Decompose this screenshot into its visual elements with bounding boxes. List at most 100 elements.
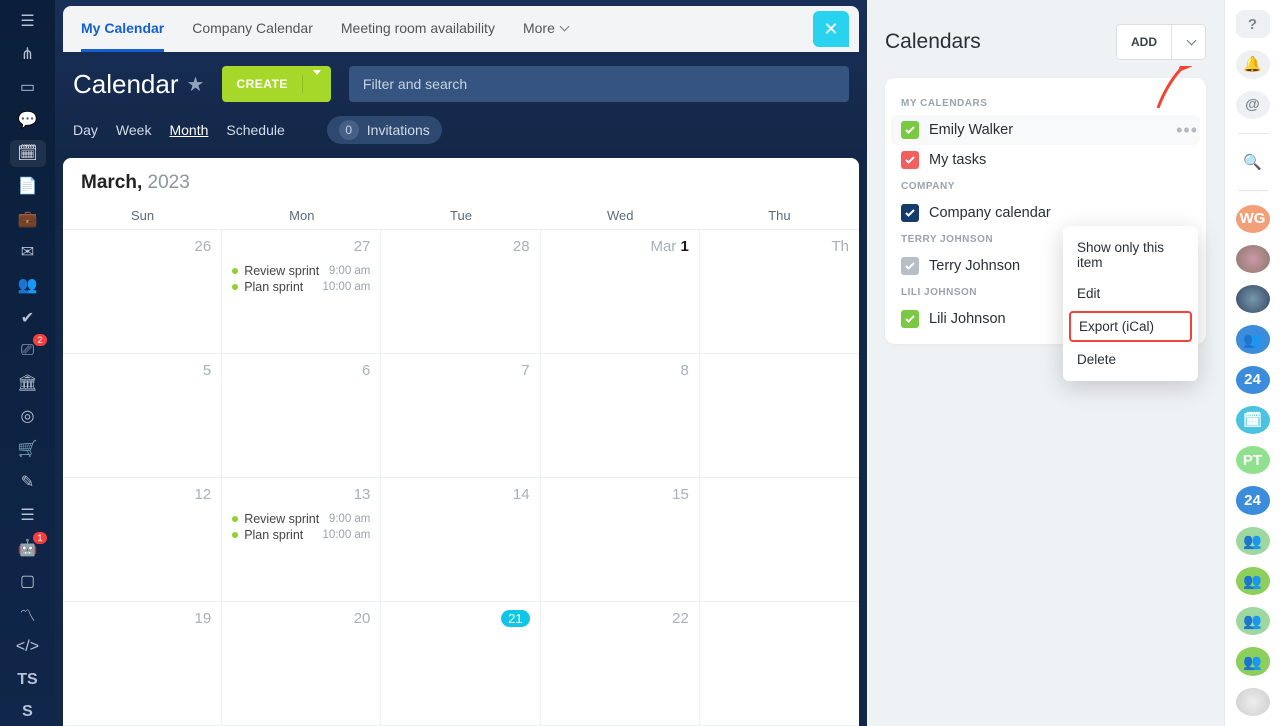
robot-icon[interactable]: 🤖1 [10, 535, 46, 562]
menu-export-ical[interactable]: Export (iCal) [1069, 311, 1192, 342]
view-schedule[interactable]: Schedule [226, 122, 284, 138]
view-week[interactable]: Week [116, 122, 152, 138]
mail-icon[interactable]: ✉ [10, 238, 46, 265]
create-button[interactable]: CREATE [222, 66, 330, 102]
tab-company-calendar[interactable]: Company Calendar [192, 6, 313, 52]
cal-item-emily[interactable]: Emily Walker ••• [891, 115, 1200, 145]
page-title: Calendar ★ [73, 69, 204, 100]
target-icon[interactable]: ◎ [10, 403, 46, 430]
calendar-cell[interactable]: 22 [541, 602, 700, 726]
checkbox-icon[interactable] [901, 257, 919, 275]
cal-item-company[interactable]: Company calendar [901, 198, 1190, 228]
chevron-down-icon [559, 22, 569, 32]
top-tabs: My Calendar Company Calendar Meeting roo… [63, 6, 859, 52]
calendar-cell[interactable]: 21 [381, 602, 540, 726]
checkbox-icon[interactable] [901, 204, 919, 222]
group-icon-1[interactable]: 👥 [1236, 325, 1270, 353]
view-day[interactable]: Day [73, 122, 98, 138]
group-icon-2[interactable]: 👥 [1236, 527, 1270, 555]
n24-icon-1[interactable]: 24 [1236, 366, 1270, 394]
star-icon[interactable]: ★ [187, 72, 205, 97]
menu-icon[interactable]: ☰ [10, 8, 46, 35]
avatar-3[interactable] [1236, 688, 1270, 716]
calendar-cell[interactable]: 13Review sprint9:00 amPlan sprint10:00 a… [222, 478, 381, 602]
s-item[interactable]: S [10, 699, 46, 726]
item-menu-button[interactable]: ••• [1176, 120, 1198, 141]
code-icon[interactable]: </> [10, 633, 46, 660]
calendar-cell[interactable]: 20 [222, 602, 381, 726]
avatar-1[interactable] [1236, 245, 1270, 273]
help-icon[interactable]: ? [1236, 10, 1270, 38]
chart-icon[interactable]: 〽 [10, 600, 46, 627]
calendars-card: MY CALENDARS Emily Walker ••• My tasks C… [885, 78, 1206, 344]
month-title: March, 2023 [63, 158, 859, 202]
sign-icon[interactable]: ✎ [10, 469, 46, 496]
people-icon[interactable]: 👥 [10, 271, 46, 298]
checkbox-icon[interactable] [901, 151, 919, 169]
calendar-cell[interactable]: Th [700, 230, 859, 354]
calendar-cell[interactable]: 8 [541, 354, 700, 478]
create-dropdown[interactable] [302, 75, 331, 93]
search-icon[interactable]: 🔍 [1236, 148, 1270, 176]
cart-icon[interactable]: 🛒 [10, 436, 46, 463]
calendar-icon[interactable]: 🗓 [10, 140, 46, 167]
tab-meeting-room[interactable]: Meeting room availability [341, 6, 495, 52]
calendar-cell[interactable]: 14 [381, 478, 540, 602]
group-icon-5[interactable]: 👥 [1236, 647, 1270, 675]
calendar-cell[interactable]: 28 [381, 230, 540, 354]
chat-icon[interactable]: 💬 [10, 107, 46, 134]
close-panel-button[interactable]: ✕ [813, 11, 849, 47]
right-rail: ? 🔔 @ 🔍 WG 👥 24 🗓 PT 24 👥 👥 👥 👥 [1224, 0, 1280, 726]
menu-show-only[interactable]: Show only this item [1063, 232, 1198, 278]
group-icon-4[interactable]: 👥 [1236, 607, 1270, 635]
network-icon[interactable]: ⋔ [10, 41, 46, 68]
calendar-cell[interactable]: 7 [381, 354, 540, 478]
calendar-cell[interactable]: 19 [63, 602, 222, 726]
avatar-2[interactable] [1236, 285, 1270, 313]
dow-cell: Mon [222, 202, 381, 229]
calendar-cell[interactable]: 12 [63, 478, 222, 602]
calendar-cell[interactable]: 6 [222, 354, 381, 478]
tab-my-calendar[interactable]: My Calendar [81, 6, 164, 52]
briefcase-icon[interactable]: 💼 [10, 205, 46, 232]
box-icon[interactable]: ▢ [10, 567, 46, 594]
doc-icon[interactable]: ▭ [10, 74, 46, 101]
checkbox-icon[interactable] [901, 121, 919, 139]
id-icon[interactable]: ☰ [10, 502, 46, 529]
check-icon[interactable]: ✔ [10, 304, 46, 331]
cal-item-tasks[interactable]: My tasks [901, 145, 1190, 175]
calendar-cell[interactable]: 5 [63, 354, 222, 478]
view-tabs: Day Week Month Schedule [73, 122, 285, 138]
add-dropdown[interactable] [1171, 25, 1205, 59]
tab-more[interactable]: More [523, 6, 568, 52]
bell-icon[interactable]: 🔔 [1236, 50, 1270, 78]
calendar-cell[interactable]: 15 [541, 478, 700, 602]
calendar-cell[interactable] [700, 602, 859, 726]
invitations-pill[interactable]: 0 Invitations [327, 116, 442, 144]
calendar-cell[interactable] [700, 354, 859, 478]
view-month[interactable]: Month [169, 122, 208, 138]
calendar-cell[interactable]: Mar 1 [541, 230, 700, 354]
calendar-grid: 2627Review sprint9:00 amPlan sprint10:00… [63, 230, 859, 726]
avatar-wg[interactable]: WG [1236, 205, 1270, 233]
section-my-calendars: MY CALENDARS [901, 98, 1190, 109]
panel-title: Calendars [885, 30, 981, 54]
avatar-pt[interactable]: PT [1236, 446, 1270, 474]
file-icon[interactable]: 📄 [10, 173, 46, 200]
dow-cell: Thu [700, 202, 859, 229]
checkbox-icon[interactable] [901, 310, 919, 328]
cal-rail-icon[interactable]: 🗓 [1236, 406, 1270, 434]
group-icon-3[interactable]: 👥 [1236, 567, 1270, 595]
bank-icon[interactable]: 🏛 [10, 370, 46, 397]
search-input[interactable]: Filter and search [349, 66, 849, 102]
at-icon[interactable]: @ [1236, 91, 1270, 119]
ts-item[interactable]: TS [10, 666, 46, 693]
calendar-cell[interactable]: 27Review sprint9:00 amPlan sprint10:00 a… [222, 230, 381, 354]
calendar-cell[interactable]: 26 [63, 230, 222, 354]
add-button[interactable]: ADD [1116, 24, 1206, 60]
calendar-cell[interactable] [700, 478, 859, 602]
n24-icon-2[interactable]: 24 [1236, 486, 1270, 514]
menu-edit[interactable]: Edit [1063, 278, 1198, 309]
menu-delete[interactable]: Delete [1063, 344, 1198, 375]
filter-icon[interactable]: ⎚2 [10, 337, 46, 364]
